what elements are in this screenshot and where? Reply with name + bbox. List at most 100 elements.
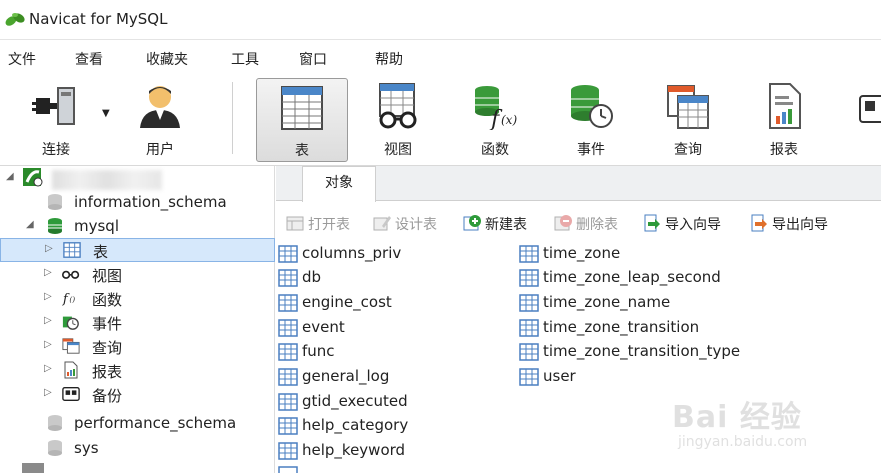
table-item[interactable]: engine_cost — [276, 291, 506, 315]
query-icon — [62, 338, 80, 354]
tree-node-functions[interactable]: ▷ f () 函数 — [0, 286, 275, 310]
table-icon — [519, 368, 539, 386]
table-item[interactable]: gtid_executed — [276, 390, 506, 414]
import-wizard-button[interactable]: 导入向导 — [643, 212, 739, 234]
table-item[interactable]: time_zone — [517, 242, 817, 266]
table-icon — [281, 86, 323, 130]
collapse-arrow-icon[interactable]: ◢ — [26, 219, 34, 230]
delete-table-button[interactable]: 删除表 — [554, 212, 634, 234]
toolbar-report-button[interactable]: 报表 — [738, 78, 830, 162]
table-item[interactable]: func — [276, 340, 506, 364]
expand-arrow-icon[interactable]: ▷ — [44, 267, 52, 278]
tree-node-events[interactable]: ▷ 事件 — [0, 310, 275, 334]
baidu-watermark: Bai 经验 jingyan.baidu.com — [672, 392, 872, 462]
table-item[interactable]: time_zone_transition — [517, 316, 817, 340]
toolbar-separator — [232, 82, 233, 154]
toolbar-query-button[interactable]: 查询 — [642, 78, 734, 162]
export-wizard-label: 导出向导 — [772, 217, 828, 233]
design-table-button[interactable]: 设计表 — [373, 212, 453, 234]
tree-connection-row[interactable]: ◢ — [0, 166, 275, 190]
table-icon — [278, 343, 298, 361]
connect-dropdown-arrow-icon[interactable]: ▼ — [102, 108, 110, 119]
table-icon — [519, 343, 539, 361]
toolbar-view-label: 视图 — [384, 142, 412, 158]
export-wizard-button[interactable]: 导出向导 — [750, 212, 850, 234]
table-item[interactable]: time_zone_leap_second — [517, 266, 817, 290]
table-icon — [278, 393, 298, 411]
new-table-button[interactable]: 新建表 — [463, 212, 543, 234]
tree-connection-row-partial[interactable] — [0, 462, 275, 473]
tree-node-queries[interactable]: ▷ 查询 — [0, 334, 275, 358]
menu-file[interactable]: 文件 — [8, 49, 36, 69]
menu-window[interactable]: 窗口 — [299, 49, 327, 69]
tab-objects[interactable]: 对象 — [302, 166, 376, 202]
view-glasses-icon — [62, 270, 80, 279]
db-name: mysql — [74, 217, 119, 235]
menu-favorites[interactable]: 收藏夹 — [146, 49, 188, 69]
menu-view[interactable]: 查看 — [75, 49, 103, 69]
tree-db-information-schema[interactable]: information_schema — [0, 190, 275, 214]
tree-db-sys[interactable]: sys — [0, 436, 275, 460]
toolbar-report-label: 报表 — [770, 142, 798, 158]
table-item[interactable]: db — [276, 266, 506, 290]
table-name: time_zone_transition — [543, 318, 700, 336]
user-icon — [140, 86, 180, 128]
table-item[interactable]: general_log — [276, 365, 506, 389]
tree-node-tables[interactable]: ▷ 表 — [0, 238, 275, 262]
toolbar-function-button[interactable]: f (x) 函数 — [449, 78, 541, 162]
expand-arrow-icon[interactable]: ▷ — [44, 315, 52, 326]
toolbar-event-button[interactable]: 事件 — [545, 78, 637, 162]
open-table-button[interactable]: 打开表 — [286, 212, 366, 234]
table-item[interactable]: time_zone_transition_type — [517, 340, 817, 364]
table-item-partial[interactable] — [276, 463, 506, 473]
database-inactive-icon — [48, 415, 62, 431]
tree-node-label: 视图 — [92, 267, 123, 285]
tree-node-backups[interactable]: ▷ 备份 — [0, 382, 275, 406]
table-item[interactable]: help_keyword — [276, 439, 506, 463]
design-table-icon — [373, 216, 391, 231]
toolbar-function-label: 函数 — [481, 142, 509, 158]
tree-node-reports[interactable]: ▷ 报表 — [0, 358, 275, 382]
tree-db-mysql[interactable]: ◢ mysql — [0, 214, 275, 238]
table-icon — [63, 242, 81, 258]
table-name: event — [302, 318, 345, 336]
tree-node-views[interactable]: ▷ 视图 — [0, 262, 275, 286]
db-name: information_schema — [74, 193, 227, 211]
window-title: Navicat for MySQL — [29, 10, 168, 28]
menu-tools[interactable]: 工具 — [231, 49, 259, 69]
toolbar-table-button[interactable]: 表 — [256, 78, 348, 162]
object-toolbar: 打开表 设计表 新建表 删除表 导入向导 导出向导 — [276, 202, 881, 246]
event-clock-icon — [62, 316, 79, 330]
collapse-arrow-icon[interactable]: ◢ — [6, 171, 14, 182]
import-wizard-label: 导入向导 — [665, 217, 721, 233]
toolbar-backup-button-partial[interactable] — [852, 78, 881, 162]
main-toolbar: ▼ 连接 用户 表 视图 f (x) 函数 事件 查询 报表 — [0, 74, 881, 166]
table-item[interactable]: help_category — [276, 414, 506, 438]
table-item[interactable]: time_zone_name — [517, 291, 817, 315]
table-item[interactable]: user — [517, 365, 817, 389]
toolbar-connect-button[interactable]: ▼ 连接 — [10, 78, 110, 162]
toolbar-user-button[interactable]: 用户 — [114, 78, 206, 162]
table-item[interactable]: event — [276, 316, 506, 340]
watermark-logo: Bai 经验 — [672, 400, 802, 435]
expand-arrow-icon[interactable]: ▷ — [44, 339, 52, 350]
report-icon — [64, 361, 78, 379]
db-name: sys — [74, 439, 99, 457]
new-table-plus-icon — [463, 215, 481, 231]
table-name: time_zone_transition_type — [543, 342, 741, 360]
event-clock-icon — [571, 85, 613, 128]
tree-db-performance-schema[interactable]: performance_schema — [0, 411, 275, 435]
menu-help[interactable]: 帮助 — [375, 49, 403, 69]
svg-text:(): () — [69, 295, 75, 304]
navigation-tree: ◢ information_schema ◢ mysql ▷ 表 ▷ 视图 ▷ … — [0, 166, 275, 473]
backup-icon — [859, 95, 881, 123]
toolbar-view-button[interactable]: 视图 — [352, 78, 444, 162]
database-active-icon — [48, 218, 62, 234]
table-icon — [519, 294, 539, 312]
table-item[interactable]: columns_priv — [276, 242, 506, 266]
expand-arrow-icon[interactable]: ▷ — [45, 243, 53, 254]
table-icon — [519, 319, 539, 337]
expand-arrow-icon[interactable]: ▷ — [44, 291, 52, 302]
expand-arrow-icon[interactable]: ▷ — [44, 387, 52, 398]
expand-arrow-icon[interactable]: ▷ — [44, 363, 52, 374]
